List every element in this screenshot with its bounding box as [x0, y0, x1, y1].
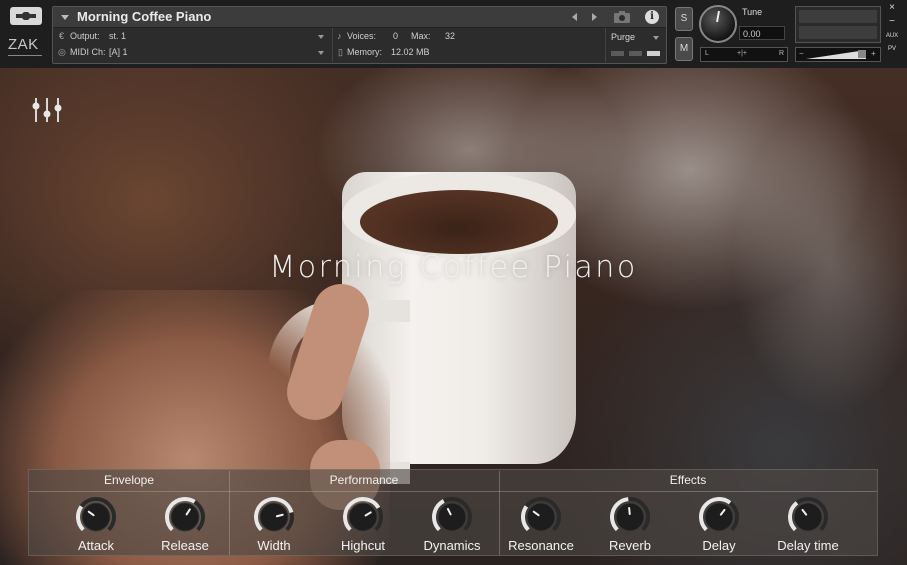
release-knob[interactable] — [164, 496, 206, 538]
brand-underline — [8, 55, 42, 56]
instrument-header: ZAK Morning Coffee Piano i € Output: st.… — [0, 0, 907, 68]
output-icon: € — [59, 31, 65, 41]
instrument-title-row: Morning Coffee Piano i — [53, 7, 666, 28]
pan-left-label: L — [705, 50, 709, 57]
voices-label: Voices: — [347, 31, 377, 41]
delay-time-knob[interactable] — [787, 496, 829, 538]
max-voices-value[interactable]: 32 — [445, 31, 455, 41]
meter-bar-right — [799, 26, 877, 39]
next-instrument-icon[interactable] — [592, 13, 597, 21]
memory-row: ▯ Memory: 12.02 MB — [337, 44, 537, 60]
resonance-knob[interactable] — [520, 496, 562, 538]
chevron-down-icon[interactable] — [318, 51, 324, 55]
minimize-button[interactable]: − — [884, 16, 900, 27]
memory-icon: ▯ — [338, 47, 343, 57]
attack-knob[interactable] — [75, 496, 117, 538]
max-label: Max: — [411, 31, 431, 41]
group-header-effects: Effects — [669, 473, 707, 487]
wrench-icon[interactable] — [10, 7, 42, 25]
group-header-envelope: Envelope — [103, 473, 155, 487]
resonance-label: Resonance — [508, 538, 574, 553]
mixer-settings-icon[interactable] — [30, 96, 64, 124]
previous-instrument-icon[interactable] — [572, 13, 577, 21]
info-icon[interactable]: i — [645, 10, 659, 24]
camera-icon[interactable] — [612, 10, 632, 24]
delay-knob[interactable] — [698, 496, 740, 538]
dynamics-label: Dynamics — [423, 538, 481, 553]
tune-label: Tune — [742, 7, 763, 17]
control-panel: Envelope Performance Effects Attack Relea… — [28, 469, 878, 556]
divider — [332, 28, 333, 62]
midi-value[interactable]: [A] 1 — [109, 47, 128, 57]
coffee-surface — [360, 190, 558, 254]
purge-bar — [629, 51, 642, 56]
attack-label: Attack — [77, 538, 115, 553]
chevron-down-icon[interactable] — [61, 15, 69, 20]
output-label: Output: — [70, 31, 100, 41]
memory-label: Memory: — [347, 47, 383, 57]
memory-value: 12.02 MB — [391, 47, 430, 57]
width-label: Width — [257, 538, 291, 553]
purge-menu[interactable]: Purge — [611, 29, 665, 45]
mute-button[interactable]: M — [675, 37, 693, 61]
level-meter — [795, 6, 881, 43]
volume-minus-label: − — [799, 49, 804, 58]
volume-handle[interactable] — [858, 50, 866, 58]
midi-icon: ◎ — [58, 47, 66, 57]
main-title: Morning Coffee Piano — [269, 250, 638, 285]
release-label: Release — [161, 538, 209, 553]
purge-bar — [647, 51, 660, 56]
width-knob[interactable] — [253, 496, 295, 538]
chevron-down-icon[interactable] — [653, 36, 659, 40]
group-header-performance: Performance — [329, 473, 399, 487]
instrument-info-panel: Morning Coffee Piano i € Output: st. 1 ◎… — [52, 6, 667, 64]
delay-time-label: Delay time — [777, 538, 839, 553]
purge-label: Purge — [611, 32, 636, 42]
brand-logo: ZAK — [8, 36, 39, 53]
volume-plus-label: + — [871, 49, 876, 58]
divider — [605, 28, 606, 62]
delay-label: Delay — [702, 538, 736, 553]
voices-value: 0 — [393, 31, 399, 41]
close-button[interactable]: × — [884, 2, 900, 13]
solo-button[interactable]: S — [675, 7, 693, 31]
pan-slider[interactable]: L +|+ R — [700, 47, 788, 62]
reverb-knob[interactable] — [609, 496, 651, 538]
midi-label: MIDI Ch: — [70, 47, 106, 57]
tune-knob[interactable] — [699, 5, 737, 43]
highcut-knob[interactable] — [342, 496, 384, 538]
purge-bar — [611, 51, 624, 56]
instrument-name[interactable]: Morning Coffee Piano — [77, 9, 211, 24]
aux-button[interactable]: AUX — [884, 33, 900, 39]
chevron-down-icon[interactable] — [318, 35, 324, 39]
pan-right-label: R — [779, 50, 785, 57]
volume-ramp-icon — [806, 50, 866, 59]
dynamics-knob[interactable] — [431, 496, 473, 538]
voices-row: ♪ Voices: 0 Max: 32 — [337, 28, 537, 44]
tune-value[interactable]: 0.00 — [739, 26, 785, 40]
meter-bar-left — [799, 10, 877, 23]
highcut-label: Highcut — [340, 538, 386, 553]
voices-icon: ♪ — [337, 31, 342, 41]
output-value[interactable]: st. 1 — [109, 31, 126, 41]
reverb-label: Reverb — [609, 538, 651, 553]
purge-indicator — [611, 51, 663, 57]
divider — [29, 491, 877, 492]
pan-center-label: +|+ — [737, 50, 747, 57]
midi-row[interactable]: ◎ MIDI Ch: [A] 1 — [57, 44, 327, 60]
output-row[interactable]: € Output: st. 1 — [57, 28, 327, 44]
pv-button[interactable]: PV — [884, 46, 900, 52]
volume-slider[interactable]: − + — [795, 47, 881, 62]
